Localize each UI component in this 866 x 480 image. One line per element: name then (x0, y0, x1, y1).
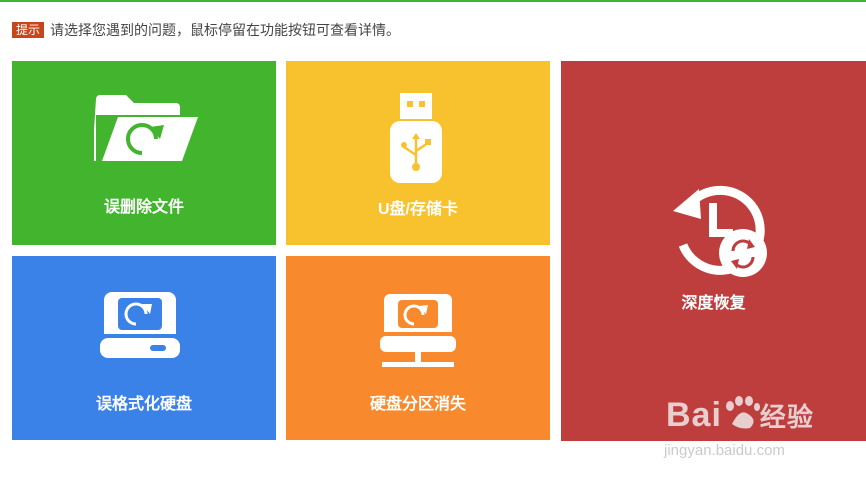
tile-usb-storage[interactable]: U盘/存储卡 (286, 61, 550, 245)
tile-deleted-files[interactable]: 误删除文件 (12, 61, 276, 245)
tile-deep-recovery[interactable]: 深度恢复 (561, 61, 866, 441)
hint-text: 请选择您遇到的问题，鼠标停留在功能按钮可查看详情。 (50, 22, 401, 38)
baidu-jingyan-watermark: Bai 经验 jingyan.baidu.com (662, 386, 862, 466)
watermark-site: jingyan.baidu.com (664, 442, 785, 459)
paw-icon (725, 396, 760, 429)
tile-label: 误格式化硬盘 (95, 396, 192, 413)
tile-label: 误删除文件 (103, 199, 184, 216)
tile-label: 硬盘分区消失 (369, 396, 466, 413)
watermark-brand: Bai 经验 (666, 396, 814, 434)
tile-label: U盘/存储卡 (377, 201, 458, 218)
hint-bar: 提示 请选择您遇到的问题，鼠标停留在功能按钮可查看详情。 (12, 20, 400, 40)
tile-lost-partition[interactable]: 硬盘分区消失 (286, 256, 550, 440)
network-drive-refresh-icon (380, 294, 456, 367)
folder-refresh-icon (94, 95, 198, 161)
usb-drive-icon (390, 93, 442, 183)
hint-badge: 提示 (12, 22, 45, 38)
top-border (0, 0, 866, 2)
tile-formatted-disk[interactable]: 误格式化硬盘 (12, 256, 276, 440)
history-clock-icon (673, 185, 767, 277)
hard-drive-refresh-icon (100, 292, 180, 358)
tile-label: 深度恢复 (681, 295, 746, 312)
